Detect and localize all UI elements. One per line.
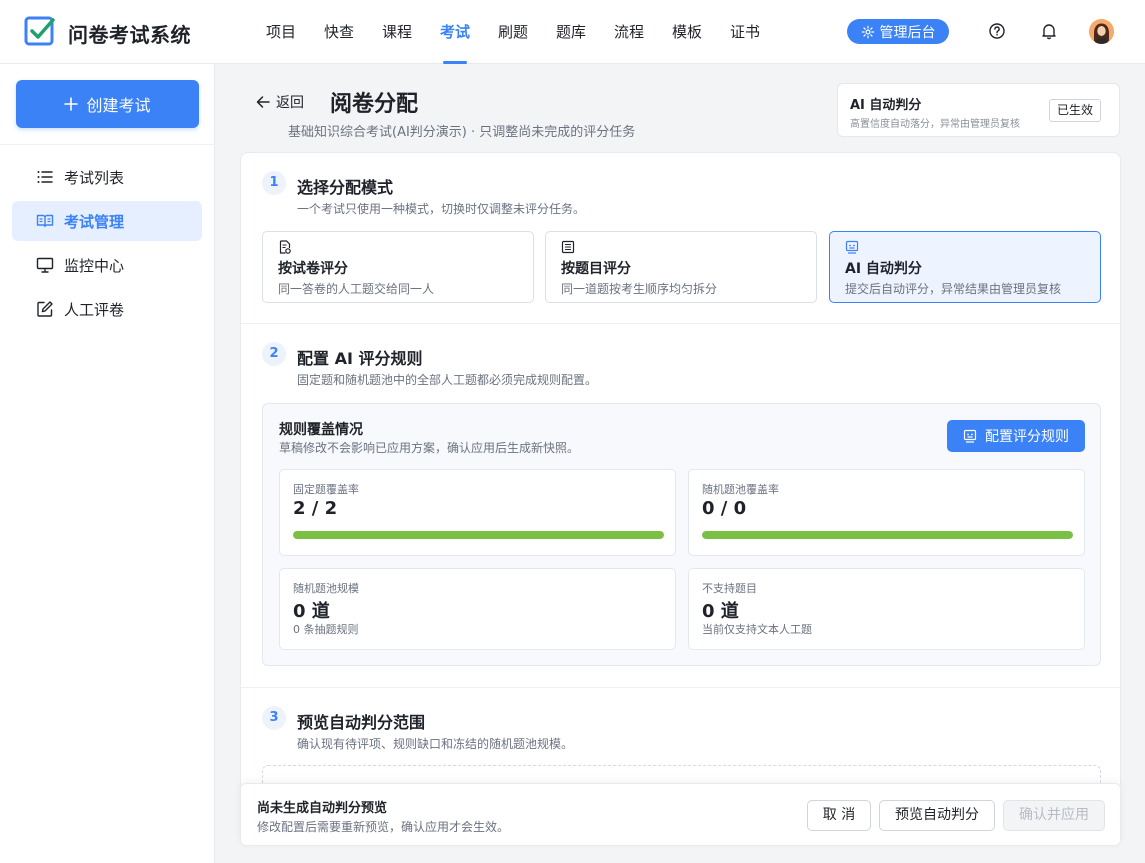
stat-note: 0 条抽题规则 — [293, 623, 359, 636]
main-nav: 项目 快查 课程 考试 刷题 题库 流程 模板 证书 — [252, 0, 774, 64]
top-header: 问卷考试系统 项目 快查 课程 考试 刷题 题库 流程 模板 证书 管理后台 — [0, 0, 1145, 64]
mode-title: 按题目评分 — [561, 261, 631, 277]
cancel-button[interactable]: 取 消 — [807, 800, 871, 831]
step-number: 1 — [262, 171, 286, 195]
list-icon — [37, 171, 53, 183]
plus-icon — [64, 97, 79, 111]
step-title: 配置 AI 评分规则 — [297, 349, 423, 368]
arrow-left-icon — [256, 96, 270, 108]
logo-checkbox-icon — [24, 16, 55, 46]
step-subtitle: 一个考试只使用一种模式，切换时仅调整未评分任务。 — [297, 202, 586, 216]
book-open-icon — [36, 214, 54, 228]
progress-bar — [293, 531, 664, 539]
progress-fill — [293, 531, 664, 539]
gear-icon — [861, 25, 874, 38]
coverage-subtitle: 草稿修改不会影响已应用方案，确认应用后生成新快照。 — [279, 441, 580, 455]
bell-icon[interactable] — [1040, 22, 1058, 40]
sidebar-item-exam-list[interactable]: 考试列表 — [12, 157, 202, 197]
progress-fill — [702, 531, 1073, 539]
back-label: 返回 — [276, 95, 304, 111]
ai-status-desc: 高置信度自动落分，异常由管理员复核 — [850, 119, 1020, 130]
stat-label: 随机题池覆盖率 — [702, 483, 779, 496]
robot-icon — [845, 240, 859, 254]
section-divider — [241, 687, 1120, 688]
paper-check-icon — [279, 240, 291, 254]
stat-label: 固定题覆盖率 — [293, 483, 359, 496]
sidebar-item-label: 监控中心 — [64, 256, 125, 275]
step-subtitle: 固定题和随机题池中的全部人工题都必须完成规则配置。 — [297, 373, 598, 387]
preview-auto-grading-button[interactable]: 预览自动判分 — [879, 800, 995, 831]
status-badge: 已生效 — [1049, 99, 1101, 122]
step-number: 2 — [262, 342, 286, 366]
step-title: 选择分配模式 — [297, 178, 394, 197]
progress-bar — [702, 531, 1073, 539]
nav-item-courses[interactable]: 课程 — [368, 0, 426, 64]
sidebar-item-label: 考试管理 — [64, 212, 125, 231]
step-subtitle: 确认现有待评项、规则缺口和冻结的随机题池规模。 — [297, 737, 574, 751]
mode-card-by-paper[interactable]: 按试卷评分 同一答卷的人工题交给同一人 — [262, 231, 534, 303]
configure-rules-label: 配置评分规则 — [985, 429, 1069, 445]
nav-item-projects[interactable]: 项目 — [252, 0, 310, 64]
mode-card-ai-grading[interactable]: AI 自动判分 提交后自动评分，异常结果由管理员复核 — [829, 231, 1101, 303]
admin-console-label: 管理后台 — [879, 24, 936, 41]
sidebar: 创建考试 考试列表 考试管理 监控中心 人工评卷 — [0, 64, 215, 863]
nav-item-question-bank[interactable]: 题库 — [542, 0, 600, 64]
sidebar-item-manual-grading[interactable]: 人工评卷 — [12, 289, 202, 329]
page-title: 阅卷分配 — [330, 92, 419, 117]
footer-title: 尚未生成自动判分预览 — [257, 801, 388, 816]
stat-random-coverage: 随机题池覆盖率 0 / 0 — [688, 469, 1085, 556]
ai-status-title: AI 自动判分 — [850, 98, 922, 113]
edit-icon — [37, 301, 53, 317]
section-divider — [241, 323, 1120, 324]
step-title: 预览自动判分范围 — [297, 713, 426, 732]
rule-coverage-box: 规则覆盖情况 草稿修改不会影响已应用方案，确认应用后生成新快照。 配置评分规则 … — [262, 403, 1101, 666]
stat-value: 2 / 2 — [293, 498, 338, 519]
nav-item-templates[interactable]: 模板 — [658, 0, 716, 64]
stat-value: 0 道 — [293, 601, 330, 622]
mode-title: AI 自动判分 — [845, 261, 922, 277]
action-footer: 尚未生成自动判分预览 修改配置后需要重新预览，确认应用才会生效。 取 消 预览自… — [240, 783, 1121, 846]
app-name: 问卷考试系统 — [68, 23, 191, 47]
sidebar-item-monitoring[interactable]: 监控中心 — [12, 245, 202, 285]
back-button[interactable]: 返回 — [256, 92, 304, 112]
mode-desc: 同一答卷的人工题交给同一人 — [278, 282, 435, 296]
stat-random-pool-size: 随机题池规模 0 道 0 条抽题规则 — [279, 568, 676, 650]
user-avatar[interactable] — [1089, 19, 1114, 44]
sidebar-divider — [0, 144, 215, 145]
stat-unsupported: 不支持题目 0 道 当前仅支持文本人工题 — [688, 568, 1085, 650]
configure-rules-button[interactable]: 配置评分规则 — [947, 420, 1085, 452]
ai-status-card: AI 自动判分 高置信度自动落分，异常由管理员复核 已生效 — [837, 83, 1120, 137]
admin-console-button[interactable]: 管理后台 — [847, 19, 949, 44]
nav-item-workflow[interactable]: 流程 — [600, 0, 658, 64]
confirm-apply-button[interactable]: 确认并应用 — [1003, 800, 1105, 831]
nav-item-certificates[interactable]: 证书 — [716, 0, 774, 64]
nav-item-practice[interactable]: 刷题 — [484, 0, 542, 64]
mode-title: 按试卷评分 — [278, 261, 348, 277]
stat-label: 不支持题目 — [702, 582, 757, 595]
mode-desc: 提交后自动评分，异常结果由管理员复核 — [845, 282, 1062, 296]
sidebar-item-label: 考试列表 — [64, 168, 125, 187]
stat-fixed-coverage: 固定题覆盖率 2 / 2 — [279, 469, 676, 556]
allocation-panel: 1 选择分配模式 一个考试只使用一种模式，切换时仅调整未评分任务。 按试卷评分 … — [240, 152, 1121, 792]
robot-icon — [963, 429, 977, 443]
create-exam-label: 创建考试 — [86, 96, 151, 115]
create-exam-button[interactable]: 创建考试 — [16, 80, 199, 128]
list-doc-icon — [561, 240, 575, 254]
step-number: 3 — [262, 706, 286, 730]
help-icon[interactable] — [988, 22, 1006, 40]
sidebar-item-label: 人工评卷 — [64, 300, 125, 319]
nav-item-exams[interactable]: 考试 — [426, 0, 484, 64]
stat-value: 0 / 0 — [702, 498, 747, 519]
nav-item-quick-check[interactable]: 快查 — [310, 0, 368, 64]
mode-desc: 同一道题按考生顺序均匀拆分 — [561, 282, 718, 296]
coverage-title: 规则覆盖情况 — [279, 422, 363, 438]
footer-subtitle: 修改配置后需要重新预览，确认应用才会生效。 — [257, 820, 510, 834]
monitor-icon — [36, 257, 54, 273]
stat-value: 0 道 — [702, 601, 739, 622]
stat-label: 随机题池规模 — [293, 582, 359, 595]
page-subtitle: 基础知识综合考试(AI判分演示) · 只调整尚未完成的评分任务 — [288, 125, 636, 140]
sidebar-item-exam-management[interactable]: 考试管理 — [12, 201, 202, 241]
stat-note: 当前仅支持文本人工题 — [702, 623, 812, 636]
mode-card-by-question[interactable]: 按题目评分 同一道题按考生顺序均匀拆分 — [545, 231, 817, 303]
